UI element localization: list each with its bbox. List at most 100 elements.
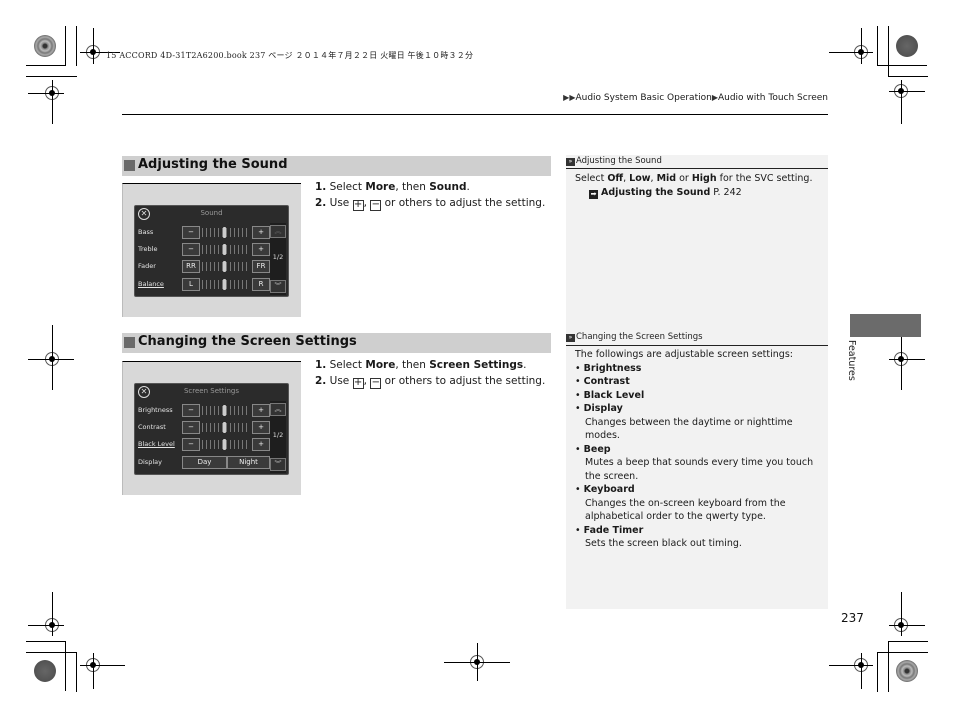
left-button: L — [182, 278, 200, 291]
level-scale — [202, 439, 248, 450]
step-1: 1. Select More, then Sound. — [315, 179, 545, 195]
note-option: High — [691, 173, 717, 184]
breadcrumb-item[interactable]: Audio System Basic Operation — [575, 93, 711, 103]
bullet-title: Brightness — [583, 362, 642, 374]
notes-panel: » Adjusting the Sound Select Off, Low, Mi… — [566, 155, 828, 609]
chapter-tab-label: Features — [846, 340, 857, 381]
minus-button: − — [182, 243, 200, 256]
step-text: or others to adjust the setting. — [381, 197, 546, 209]
note-marker-icon: » — [566, 334, 575, 342]
bullet-item: • Beep Mutes a beep that sounds every ti… — [575, 443, 815, 484]
note-text: for the SVC setting. — [716, 173, 813, 184]
note-marker-icon: » — [566, 158, 575, 166]
bullet-description: Changes between the daytime or nighttime… — [585, 416, 793, 442]
step-number: 2. — [315, 375, 327, 387]
cross-reference-link[interactable]: ➡ Adjusting the Sound P. 242 — [575, 186, 812, 200]
note-line: Select Off, Low, Mid or High for the SVC… — [575, 172, 812, 186]
setting-row-bass: Bass − + — [138, 226, 278, 240]
chapter-tab[interactable] — [850, 314, 921, 337]
bullet-item: • Fade Timer Sets the screen black out t… — [575, 524, 815, 551]
minus-box-icon: − — [370, 199, 382, 211]
bullet-description: Mutes a beep that sounds every time you … — [585, 457, 814, 482]
bullet-icon: • — [575, 362, 581, 374]
reference-title: Adjusting the Sound — [601, 186, 711, 198]
registration-rosette-icon — [34, 35, 56, 57]
registration-rosette-icon — [896, 35, 918, 57]
front-button: FR — [252, 260, 270, 273]
right-button: R — [252, 278, 270, 291]
plus-button: + — [252, 404, 270, 417]
section-square-icon — [124, 337, 135, 348]
step-2: 2. Use +, − or others to adjust the sett… — [315, 195, 545, 211]
setting-label: Black Level — [138, 440, 175, 448]
header-divider — [122, 114, 828, 115]
note-option: Off — [607, 173, 624, 184]
section-title: Adjusting the Sound — [138, 157, 288, 172]
plus-box-icon: + — [352, 377, 364, 389]
note-heading-sound: » Adjusting the Sound — [566, 156, 662, 166]
screen-title: Sound — [200, 209, 223, 217]
bullet-icon: • — [575, 524, 581, 536]
setting-row-fader: Fader RR FR — [138, 260, 278, 274]
section-title: Changing the Screen Settings — [138, 334, 357, 349]
screen-settings-illustration: ✕ Screen Settings Brightness − + Contras… — [122, 361, 301, 495]
note-divider — [566, 345, 828, 346]
breadcrumb: ▶▶Audio System Basic Operation▶Audio wit… — [563, 93, 828, 103]
note-heading-screen-settings: » Changing the Screen Settings — [566, 332, 703, 342]
step-text: . — [466, 181, 470, 193]
step-number: 2. — [315, 197, 327, 209]
step-text: . — [523, 359, 527, 371]
level-scale — [202, 422, 248, 433]
step-text: Use — [329, 197, 353, 209]
step-keyword: Screen Settings — [429, 359, 524, 371]
note-divider — [566, 168, 828, 169]
setting-label: Display — [138, 458, 162, 466]
bullet-title: Beep — [583, 443, 611, 455]
bullet-title: Keyboard — [583, 484, 635, 495]
plus-button: + — [252, 438, 270, 451]
page-scroller: ︽ 1/2 ︾ — [270, 401, 286, 473]
bullet-icon: • — [575, 389, 581, 401]
scroll-down-icon: ︾ — [270, 458, 286, 471]
plus-button: + — [252, 421, 270, 434]
minus-box-icon: − — [370, 377, 382, 389]
bullet-item: • Contrast — [575, 375, 815, 389]
step-text: Select — [329, 359, 366, 371]
plus-button: + — [252, 226, 270, 239]
step-text: , then — [395, 359, 430, 371]
breadcrumb-item[interactable]: Audio with Touch Screen — [718, 93, 828, 103]
bullet-title: Fade Timer — [583, 524, 644, 536]
bullet-icon: • — [575, 443, 581, 455]
level-scale — [202, 227, 248, 238]
step-number: 1. — [315, 359, 327, 371]
step-text: Select — [329, 181, 366, 193]
step-text: , — [363, 375, 371, 387]
bullet-description: Changes the on-screen keyboard from the … — [585, 497, 786, 523]
setting-label: Treble — [138, 245, 158, 253]
steps-screen-settings: 1. Select More, then Screen Settings. 2.… — [315, 357, 545, 389]
note-option: Low — [629, 173, 651, 184]
plus-box-icon: + — [352, 199, 364, 211]
screen-title: Screen Settings — [183, 387, 239, 395]
setting-label: Fader — [138, 262, 156, 270]
step-keyword: More — [365, 359, 396, 371]
note-body-screen-settings: The followings are adjustable screen set… — [575, 348, 815, 551]
step-text: , — [363, 197, 371, 209]
level-scale — [202, 244, 248, 255]
page-indicator: 1/2 — [272, 431, 284, 439]
bullet-title: Contrast — [583, 376, 630, 387]
minus-button: − — [182, 226, 200, 239]
setting-row-display: Display Day Night — [138, 456, 278, 470]
bullet-item: • Black Level — [575, 389, 815, 403]
setting-row-black-level: Black Level − + — [138, 438, 278, 452]
setting-label: Brightness — [138, 406, 173, 414]
step-text: Use — [329, 375, 353, 387]
bullet-icon: • — [575, 376, 581, 387]
setting-row-balance: Balance L R — [138, 278, 278, 292]
registration-rosette-icon — [34, 660, 56, 682]
bullet-item: • Brightness — [575, 362, 815, 376]
bullet-icon: • — [575, 484, 581, 495]
level-scale — [202, 261, 248, 272]
step-number: 1. — [315, 181, 327, 193]
sound-screen-illustration: ✕ Sound Bass − + Treble − + Fader RR FR … — [122, 183, 301, 317]
